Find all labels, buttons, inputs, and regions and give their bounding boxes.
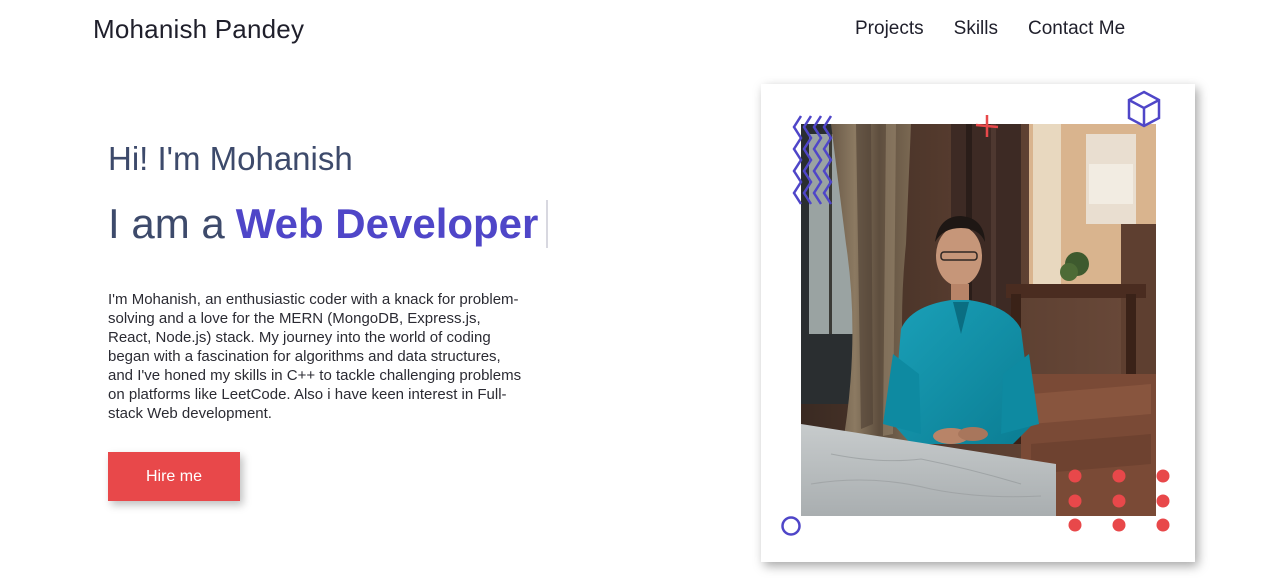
nav-link-projects[interactable]: Projects bbox=[855, 18, 924, 40]
brand-name[interactable]: Mohanish Pandey bbox=[93, 14, 304, 45]
role-heading: I am a Web Developer bbox=[108, 200, 548, 248]
dot-grid-decoration-icon bbox=[1068, 469, 1170, 532]
ring-decoration-icon bbox=[781, 516, 801, 536]
profile-photo bbox=[801, 124, 1156, 516]
profile-photo-illustration bbox=[801, 124, 1156, 516]
profile-photo-card bbox=[761, 84, 1195, 562]
bio-paragraph: I'm Mohanish, an enthusiastic coder with… bbox=[108, 291, 522, 422]
hire-me-button[interactable]: Hire me bbox=[108, 452, 240, 501]
nav-link-contact[interactable]: Contact Me bbox=[1028, 18, 1125, 40]
zigzag-decoration-icon bbox=[792, 115, 833, 205]
typing-cursor bbox=[546, 200, 548, 248]
cube-decoration-icon bbox=[1127, 90, 1161, 128]
nav-links: Projects Skills Contact Me bbox=[855, 18, 1125, 40]
plus-decoration-icon bbox=[975, 115, 999, 137]
hero-intro: Hi! I'm Mohanish I am a Web Developer I'… bbox=[108, 140, 548, 501]
role-highlight: Web Developer bbox=[235, 200, 539, 247]
greeting-heading: Hi! I'm Mohanish bbox=[108, 140, 353, 177]
role-prefix: I am a bbox=[108, 200, 225, 247]
navbar: Mohanish Pandey Projects Skills Contact … bbox=[0, 0, 1280, 60]
nav-link-skills[interactable]: Skills bbox=[954, 18, 998, 40]
